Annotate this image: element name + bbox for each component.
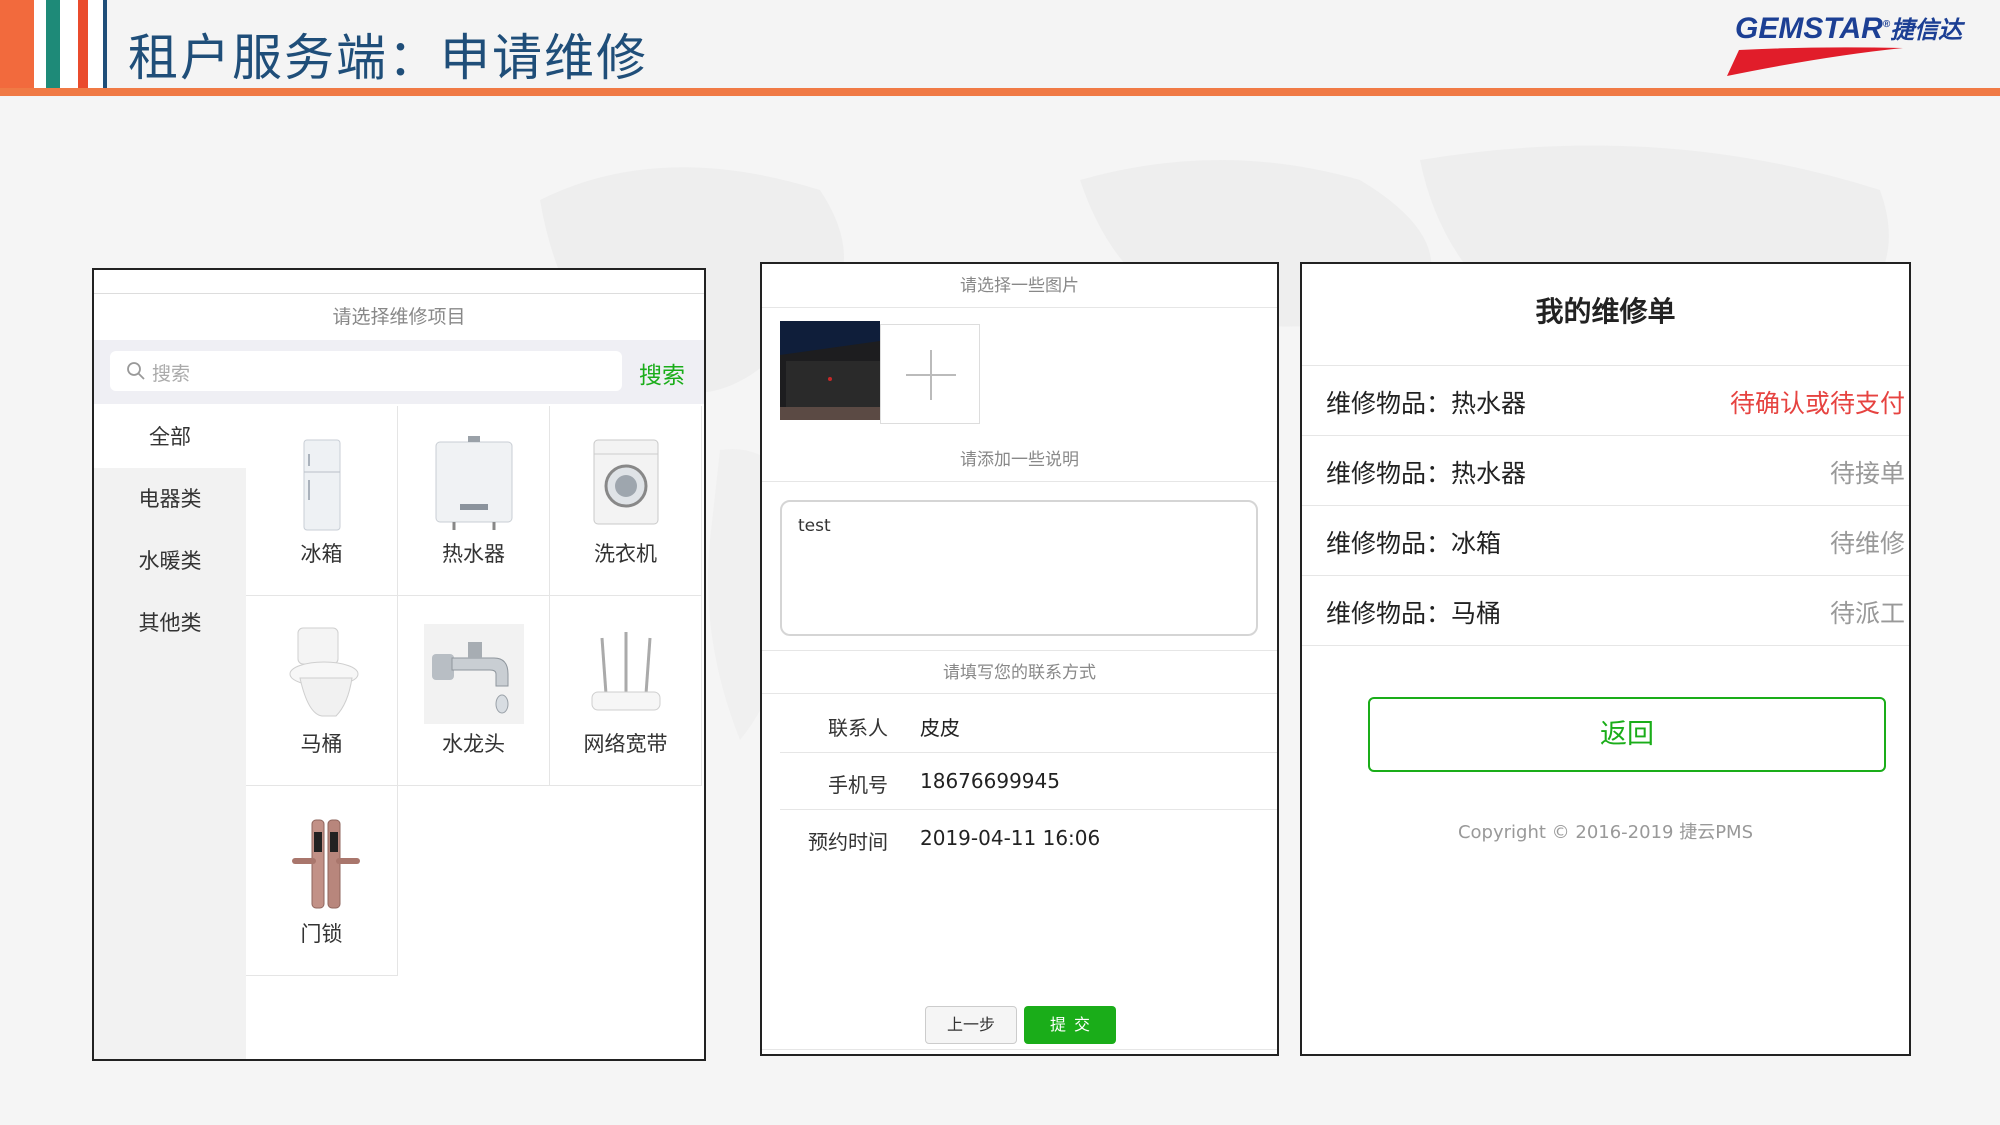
faucet-icon <box>424 624 524 724</box>
submit-button[interactable]: 提交 <box>1024 1006 1116 1044</box>
description-textarea[interactable]: test <box>780 500 1258 636</box>
order-item: 维修物品：热水器 <box>1326 459 1527 488</box>
slide-header: 租户服务端：申请维修 GEMSTAR®捷信达 <box>0 0 2000 97</box>
category-sidebar: 全部 电器类 水暖类 其他类 <box>94 406 246 1059</box>
search-placeholder: 搜索 <box>152 363 191 385</box>
contact-label: 预约时间 <box>808 830 888 854</box>
contact-row-appointment[interactable]: 预约时间 2019-04-11 16:06 <box>780 810 1277 867</box>
category-all[interactable]: 全部 <box>94 406 246 468</box>
panel-top-bar <box>94 270 704 294</box>
search-bar: 搜索 搜索 <box>94 340 704 404</box>
item-toilet[interactable]: 马桶 <box>246 596 398 786</box>
decor-stripe <box>0 0 34 90</box>
panel-bottom-divider <box>762 1049 1277 1050</box>
water-heater-icon <box>435 436 513 530</box>
washing-machine-icon <box>593 439 659 525</box>
repair-form-panel: 请选择一些图片 请添加一些说明 test 请填写您的联系方式 联系人 皮皮 手机… <box>760 262 1279 1056</box>
contact-section-header: 请填写您的联系方式 <box>762 650 1277 694</box>
contact-row-phone[interactable]: 手机号 18676699945 <box>780 753 1277 810</box>
plus-icon-vertical <box>930 350 932 400</box>
item-washing-machine[interactable]: 洗衣机 <box>550 406 702 596</box>
copyright-text: Copyright © 2016-2019 捷云PMS <box>1457 822 1754 843</box>
decor-stripe <box>103 0 107 90</box>
back-button[interactable]: 返回 <box>1368 697 1886 772</box>
decor-stripe <box>34 0 46 90</box>
category-panel: 请选择维修项目 搜索 搜索 全部 电器类 水暖类 其他类 冰箱 热水器 洗衣机 … <box>92 268 706 1061</box>
my-orders-panel: 我的维修单 维修物品：热水器 待确认或待支付 维修物品：热水器 待接单 维修物品… <box>1300 262 1911 1056</box>
item-label: 门锁 <box>300 922 343 946</box>
previous-step-button[interactable]: 上一步 <box>925 1006 1017 1044</box>
order-item: 维修物品：马桶 <box>1326 599 1502 628</box>
description-section-header: 请添加一些说明 <box>762 438 1277 482</box>
contact-value: 2019-04-11 16:06 <box>920 826 1101 850</box>
order-status: 待确认或待支付 <box>1729 389 1905 418</box>
router-icon <box>591 632 661 711</box>
order-row[interactable]: 维修物品：热水器 待确认或待支付 <box>1302 366 1909 436</box>
search-button[interactable]: 搜索 <box>639 356 685 390</box>
item-label: 洗衣机 <box>594 542 657 566</box>
item-label: 水龙头 <box>442 732 505 756</box>
orders-title: 我的维修单 <box>1302 264 1909 366</box>
search-input[interactable]: 搜索 <box>110 351 622 391</box>
item-router[interactable]: 网络宽带 <box>550 596 702 786</box>
item-faucet[interactable]: 水龙头 <box>398 596 550 786</box>
contact-label: 联系人 <box>828 716 888 740</box>
logo-swoosh-icon <box>1727 47 1903 76</box>
toilet-icon <box>289 627 359 717</box>
search-icon <box>127 362 145 380</box>
order-row[interactable]: 维修物品：冰箱 待维修 <box>1302 506 1909 576</box>
decor-stripe <box>46 0 60 90</box>
order-item: 维修物品：冰箱 <box>1326 529 1502 558</box>
contact-value: 皮皮 <box>920 716 960 740</box>
category-other[interactable]: 其他类 <box>94 592 246 654</box>
header-divider <box>0 88 2000 96</box>
category-panel-header: 请选择维修项目 <box>332 306 466 328</box>
item-water-heater[interactable]: 热水器 <box>398 406 550 596</box>
add-photo-button[interactable] <box>880 324 980 424</box>
item-label: 热水器 <box>442 542 505 566</box>
refrigerator-icon <box>303 439 341 531</box>
slide-title: 租户服务端：申请维修 <box>128 29 648 87</box>
decor-stripe <box>60 0 78 90</box>
decor-stripe <box>88 0 103 90</box>
door-lock-icon <box>292 819 360 909</box>
gemstar-logo: GEMSTAR®捷信达 <box>1725 10 1980 76</box>
order-row[interactable]: 维修物品：热水器 待接单 <box>1302 436 1909 506</box>
photo-section-header: 请选择一些图片 <box>762 264 1277 308</box>
order-row[interactable]: 维修物品：马桶 待派工 <box>1302 576 1909 646</box>
contact-label: 手机号 <box>828 773 888 797</box>
order-item: 维修物品：热水器 <box>1326 389 1527 418</box>
category-plumbing[interactable]: 水暖类 <box>94 530 246 592</box>
contact-row-name[interactable]: 联系人 皮皮 <box>780 696 1277 753</box>
logo-text: GEMSTAR®捷信达 <box>1735 12 1963 45</box>
decor-stripe <box>78 0 88 90</box>
item-label: 冰箱 <box>300 542 343 566</box>
category-content: 全部 电器类 水暖类 其他类 冰箱 热水器 洗衣机 马桶 水龙头 网络宽带 门锁 <box>94 406 704 1059</box>
order-status: 待接单 <box>1829 459 1905 488</box>
category-electrical[interactable]: 电器类 <box>94 468 246 530</box>
uploaded-photo-thumbnail[interactable] <box>780 321 880 420</box>
item-label: 马桶 <box>300 732 343 756</box>
item-door-lock[interactable]: 门锁 <box>246 786 398 976</box>
item-label: 网络宽带 <box>583 732 668 756</box>
item-refrigerator[interactable]: 冰箱 <box>246 406 398 596</box>
order-status: 待派工 <box>1829 599 1905 628</box>
contact-value: 18676699945 <box>920 769 1060 793</box>
order-status: 待维修 <box>1829 529 1905 558</box>
